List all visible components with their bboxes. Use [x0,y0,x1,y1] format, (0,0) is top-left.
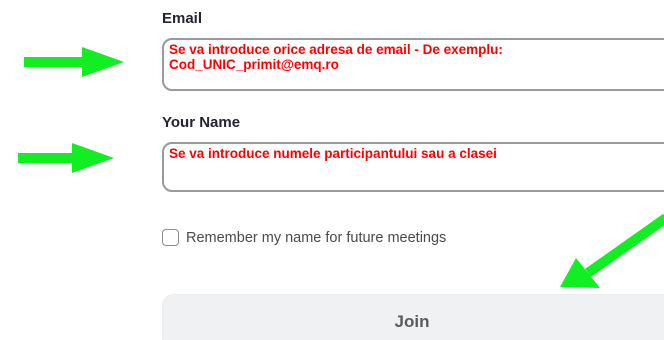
join-meeting-form: Email Se va introduce orice adresa de em… [0,0,664,340]
arrow-right-icon [24,47,124,77]
arrow-down-left-icon [560,213,664,288]
arrow-right-icon [18,143,114,173]
annotation-arrows [18,47,664,288]
